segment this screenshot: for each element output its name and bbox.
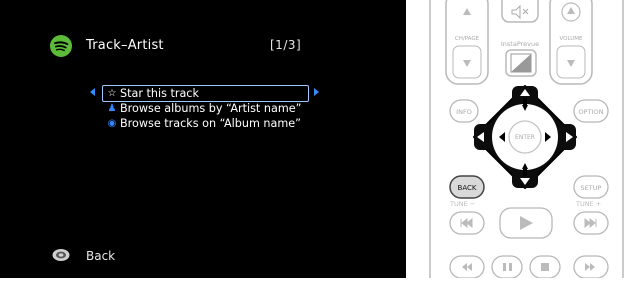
page-title: Track–Artist xyxy=(86,38,164,53)
menu-item-star-track[interactable]: ☆ Star this track xyxy=(90,85,330,102)
setup-button[interactable]: SETUP xyxy=(573,175,609,199)
svg-text:CH/PAGE: CH/PAGE xyxy=(455,36,480,42)
option-menu: ☆ Star this track ♟ Browse albums by “Ar… xyxy=(90,85,330,131)
back-button[interactable]: BACK xyxy=(449,175,485,199)
tune-plus-button[interactable] xyxy=(573,211,609,235)
menu-item-browse-albums[interactable]: ♟ Browse albums by “Artist name” xyxy=(90,101,330,116)
menu-item-label: Browse albums by “Artist name” xyxy=(120,102,302,115)
person-icon: ♟ xyxy=(107,103,117,114)
spotify-logo-icon xyxy=(50,35,72,57)
tune-minus-button[interactable] xyxy=(449,211,485,235)
svg-text:SETUP: SETUP xyxy=(581,184,602,192)
page-indicator: [1/3] xyxy=(270,38,302,52)
svg-text:VOLUME: VOLUME xyxy=(559,36,583,42)
play-button[interactable] xyxy=(499,207,553,239)
remote-illustration: CH/PAGE InstaPrevue VOLUME INFO OPTION E… xyxy=(428,0,625,279)
menu-item-label: Star this track xyxy=(120,87,199,100)
mute-button[interactable] xyxy=(501,0,539,23)
svg-text:BACK: BACK xyxy=(458,184,477,192)
tv-screen: Track–Artist [1/3] ☆ Star this track ♟ B… xyxy=(0,0,406,278)
svg-text:INFO: INFO xyxy=(456,108,472,116)
instaprevue-label: InstaPrevue xyxy=(501,40,539,48)
option-button[interactable]: OPTION xyxy=(573,99,609,123)
back-label: Back xyxy=(86,249,116,263)
star-icon: ☆ xyxy=(107,88,117,99)
info-button[interactable]: INFO xyxy=(449,99,479,123)
arrow-left-icon xyxy=(90,88,95,96)
ch-page-button[interactable]: CH/PAGE xyxy=(445,0,489,85)
menu-item-label: Browse tracks on “Album name” xyxy=(120,117,301,130)
enter-button-label[interactable]: ENTER xyxy=(515,134,535,141)
tune-minus-label: TUNE − xyxy=(449,200,475,208)
fast-forward-button[interactable] xyxy=(573,255,609,279)
instaprevue-button[interactable] xyxy=(505,49,537,77)
volume-button[interactable]: VOLUME xyxy=(549,0,593,85)
pause-button[interactable] xyxy=(491,255,523,279)
osd-header: Track–Artist [1/3] xyxy=(50,35,380,57)
rewind-button[interactable] xyxy=(449,255,485,279)
divider xyxy=(406,0,428,278)
stop-button[interactable] xyxy=(529,255,561,279)
disc-icon: ◉ xyxy=(107,118,117,129)
arrow-right-icon xyxy=(314,88,319,96)
menu-item-browse-tracks[interactable]: ◉ Browse tracks on “Album name” xyxy=(90,116,330,131)
tune-plus-label: TUNE + xyxy=(575,200,601,208)
remote-button-icon xyxy=(52,249,70,261)
svg-text:OPTION: OPTION xyxy=(579,108,604,116)
